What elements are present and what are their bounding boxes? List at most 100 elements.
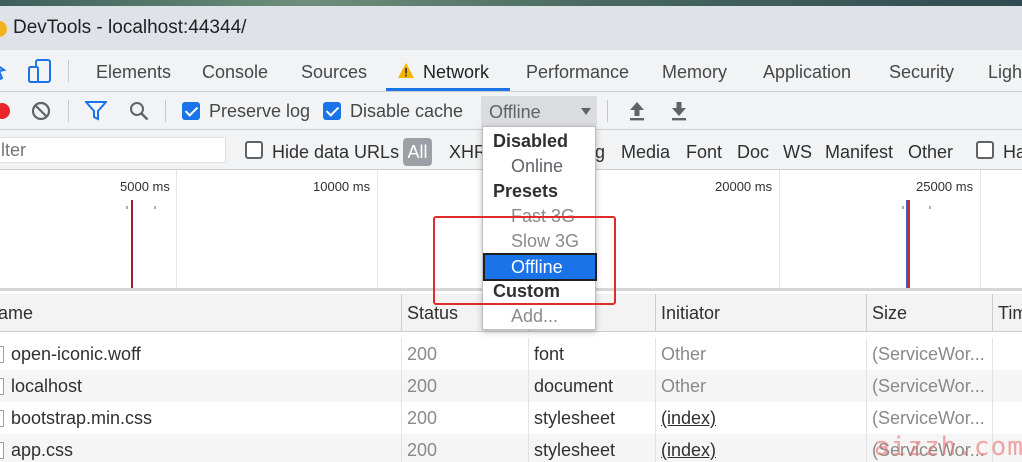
cell-size: (ServiceWor... xyxy=(872,344,985,364)
column-divider xyxy=(401,370,402,402)
overview-tick-dot xyxy=(126,206,128,209)
column-divider xyxy=(655,294,656,332)
file-icon xyxy=(0,442,4,459)
overview-event-marker xyxy=(131,200,133,288)
filter-icon[interactable] xyxy=(85,101,107,121)
initiator-link[interactable]: (index) xyxy=(661,440,716,461)
column-divider xyxy=(866,402,867,434)
table-row[interactable]: app.css 200 stylesheet (index) (ServiceW… xyxy=(0,434,1022,462)
filter-type-doc[interactable]: Doc xyxy=(737,142,769,163)
column-divider xyxy=(992,338,993,370)
column-header-time[interactable]: Tim xyxy=(998,303,1022,324)
column-divider xyxy=(528,402,529,434)
throttling-value: Offline xyxy=(489,102,541,122)
preserve-log-checkbox[interactable] xyxy=(182,102,200,120)
column-divider xyxy=(866,434,867,462)
cell-name: bootstrap.min.css xyxy=(11,408,153,428)
column-divider xyxy=(866,338,867,370)
window-titlebar: DevTools - localhost:44344/ xyxy=(0,6,1022,50)
column-divider xyxy=(401,434,402,462)
import-har-icon[interactable] xyxy=(628,100,646,122)
tab-memory[interactable]: Memory xyxy=(662,62,727,83)
overview-gridline xyxy=(377,170,378,288)
device-toolbar-icon[interactable] xyxy=(28,59,52,83)
tab-lighthouse[interactable]: Ligh xyxy=(988,62,1022,83)
filter-type-media[interactable]: Media xyxy=(621,142,670,163)
tab-sources[interactable]: Sources xyxy=(301,62,367,83)
toolbar-divider xyxy=(607,100,608,122)
overview-tick-label: 25000 ms xyxy=(916,179,974,194)
disable-cache-checkbox[interactable] xyxy=(323,102,341,120)
file-icon xyxy=(0,410,4,427)
cell-type: document xyxy=(534,376,614,396)
inspect-element-icon[interactable] xyxy=(0,60,10,82)
cell-type: font xyxy=(534,344,565,364)
column-header-status[interactable]: Status xyxy=(407,303,458,324)
overview-gridline xyxy=(176,170,177,288)
tab-elements[interactable]: Elements xyxy=(96,62,171,83)
window-title: DevTools - localhost:44344/ xyxy=(13,17,247,38)
tab-network[interactable]: Network xyxy=(423,62,489,83)
toolbar-divider xyxy=(68,100,69,122)
menu-item-add[interactable]: Add... xyxy=(485,304,595,328)
initiator-link[interactable]: (index) xyxy=(661,408,716,429)
column-divider xyxy=(992,402,993,434)
cell-type: stylesheet xyxy=(534,440,616,460)
overview-tick-label: 20000 ms xyxy=(715,179,773,194)
requests-table-body: open-iconic.woff 200 font Other (Service… xyxy=(0,332,1022,462)
column-header-size[interactable]: Size xyxy=(872,303,907,324)
clear-icon[interactable] xyxy=(31,101,51,121)
overview-gridline xyxy=(980,170,981,288)
has-blocked-cookies-label: Ha xyxy=(1003,142,1022,162)
menu-item-online[interactable]: Online xyxy=(485,154,595,178)
search-icon[interactable] xyxy=(129,101,149,121)
cell-status: 200 xyxy=(407,440,438,460)
file-icon xyxy=(0,346,4,363)
column-divider xyxy=(401,402,402,434)
cell-name: localhost xyxy=(11,376,83,396)
overview-tick-dot xyxy=(154,206,156,209)
hide-data-urls-checkbox[interactable] xyxy=(245,141,263,159)
filter-type-other[interactable]: Other xyxy=(908,142,953,163)
chevron-down-icon xyxy=(581,108,591,115)
watermark-text: aizzh.com xyxy=(874,432,1022,462)
cell-name: app.css xyxy=(11,440,74,460)
filter-type-manifest[interactable]: Manifest xyxy=(825,142,893,163)
column-header-initiator[interactable]: Initiator xyxy=(661,303,720,324)
toolbar-divider xyxy=(165,100,166,122)
table-row[interactable]: bootstrap.min.css 200 stylesheet (index)… xyxy=(0,402,1022,434)
column-divider xyxy=(655,434,656,462)
table-row[interactable]: open-iconic.woff 200 font Other (Service… xyxy=(0,338,1022,370)
column-divider xyxy=(655,338,656,370)
disable-cache-label: Disable cache xyxy=(350,101,464,121)
column-divider xyxy=(866,370,867,402)
cell-initiator: Other xyxy=(661,344,707,364)
column-divider xyxy=(528,370,529,402)
record-icon[interactable] xyxy=(0,102,11,120)
throttling-select[interactable]: Offline xyxy=(481,96,597,126)
filter-type-font[interactable]: Font xyxy=(686,142,722,163)
export-har-icon[interactable] xyxy=(670,100,688,122)
preserve-log-label: Preserve log xyxy=(209,101,311,121)
cell-size: (ServiceWor... xyxy=(872,408,985,428)
cell-name: open-iconic.woff xyxy=(11,344,141,364)
column-divider xyxy=(992,370,993,402)
active-tab-indicator xyxy=(386,88,510,91)
tab-application[interactable]: Application xyxy=(763,62,851,83)
filter-input[interactable] xyxy=(0,137,226,163)
overview-event-marker xyxy=(908,200,910,288)
table-row[interactable]: localhost 200 document Other (ServiceWor… xyxy=(0,370,1022,402)
tab-console[interactable]: Console xyxy=(202,62,268,83)
filter-type-all[interactable]: All xyxy=(403,138,432,166)
filter-type-ws[interactable]: WS xyxy=(783,142,812,163)
cell-status: 200 xyxy=(407,408,438,428)
filter-type-img[interactable]: g xyxy=(595,142,605,163)
tab-performance[interactable]: Performance xyxy=(526,62,629,83)
has-blocked-cookies-checkbox[interactable] xyxy=(976,141,994,159)
panel-tab-bar: Elements Console Sources Network Perform… xyxy=(0,50,1022,92)
column-divider xyxy=(655,402,656,434)
network-toolbar: Preserve log Disable cache Offline xyxy=(0,92,1022,130)
tab-security[interactable]: Security xyxy=(889,62,954,83)
column-header-name[interactable]: ame xyxy=(0,303,33,324)
cell-status: 200 xyxy=(407,344,438,364)
